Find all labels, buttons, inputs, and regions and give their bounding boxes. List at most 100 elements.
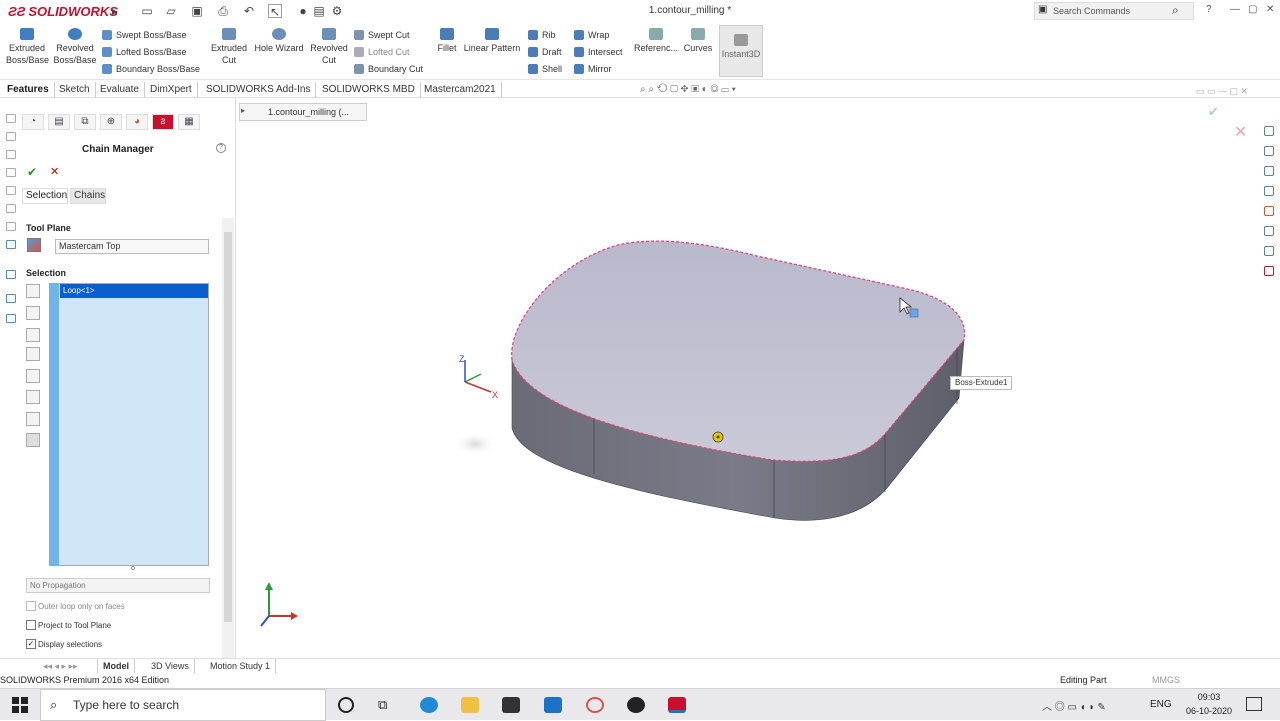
tab-scroll-arrows-icon[interactable]: ◂◂ ◂ ▸ ▸▸	[38, 659, 98, 673]
units-selector[interactable]: MMGS	[1152, 673, 1180, 688]
language-indicator[interactable]: ENG	[1150, 699, 1172, 710]
strip-icon[interactable]	[6, 204, 16, 213]
app-icon[interactable]	[627, 697, 645, 713]
confirmation-ok-icon[interactable]: ✔	[1208, 104, 1219, 120]
undo-icon[interactable]: ↶	[242, 4, 256, 18]
design-library-icon[interactable]	[1264, 166, 1274, 176]
search-scope-icon[interactable]: ▣	[1038, 4, 1047, 15]
strip-icon[interactable]	[6, 240, 16, 249]
strip-icon[interactable]	[6, 270, 16, 279]
select-point-icon[interactable]	[26, 412, 40, 426]
revolved-cut-button[interactable]: Revolved Cut	[308, 28, 350, 66]
dimxpert-manager-icon[interactable]: ⊕	[100, 114, 122, 130]
fillet-button[interactable]: Fillet	[434, 28, 460, 54]
mirror-button[interactable]: Mirror	[574, 62, 612, 76]
notifications-icon[interactable]	[1246, 697, 1262, 711]
outer-loop-checkbox[interactable]	[26, 601, 36, 611]
select-body-icon[interactable]	[26, 347, 40, 361]
reference-geometry-button[interactable]: Referenc...	[634, 28, 678, 54]
mastercam-toolpaths-icon[interactable]: ƨ	[152, 114, 174, 130]
tool-plane-group-header[interactable]: Tool Plane▲	[22, 221, 232, 235]
panel-scrollbar[interactable]	[222, 218, 234, 658]
task-view-icon[interactable]: ⧉	[378, 697, 396, 713]
curves-button[interactable]: Curves	[682, 28, 714, 54]
strip-icon[interactable]	[6, 150, 16, 159]
scrollbar-thumb[interactable]	[224, 232, 232, 622]
resize-handle[interactable]	[131, 566, 135, 570]
rebuild-icon[interactable]: ●	[296, 4, 310, 18]
mail-icon[interactable]	[544, 697, 562, 713]
resources-icon[interactable]	[1264, 146, 1274, 156]
select-sketch-icon[interactable]	[26, 369, 40, 383]
cortana-icon[interactable]	[338, 697, 354, 713]
store-icon[interactable]	[502, 697, 520, 713]
selection-group-header[interactable]: Selection▲	[22, 266, 232, 280]
shell-button[interactable]: Shell	[528, 62, 562, 76]
tab-selection[interactable]: Selection	[22, 188, 68, 204]
system-tray-icons[interactable]: ︿ ◎ ▭ ◖ ◗ ✎	[1042, 698, 1106, 713]
help-button[interactable]: ?	[216, 143, 226, 153]
tool-plane-icon[interactable]	[27, 238, 41, 252]
strip-icon[interactable]	[6, 168, 16, 177]
swept-cut-button[interactable]: Swept Cut	[354, 28, 410, 42]
display-manager-icon[interactable]: ◕	[126, 114, 148, 130]
intersect-button[interactable]: Intersect	[574, 45, 623, 59]
tab-mastercam2021[interactable]: Mastercam2021	[419, 82, 502, 97]
new-file-icon[interactable]: ▭	[140, 4, 154, 18]
tab-solidworks-mbd[interactable]: SOLIDWORKS MBD	[317, 82, 421, 97]
project-to-plane-checkbox[interactable]	[26, 620, 36, 630]
tab-evaluate[interactable]: Evaluate	[95, 82, 145, 97]
revolved-boss-button[interactable]: Revolved Boss/Base	[52, 28, 98, 66]
part-model[interactable]: Z X	[237, 98, 1257, 658]
instant3d-button[interactable]: Instant3D	[719, 25, 763, 77]
restore-icon[interactable]: ▢	[1248, 4, 1257, 15]
file-explorer-icon[interactable]	[1264, 186, 1274, 196]
tab-solidworks-addins[interactable]: SOLIDWORKS Add-Ins	[201, 82, 317, 97]
display-selections-checkbox[interactable]: ✓	[26, 639, 36, 649]
lofted-boss-button[interactable]: Lofted Boss/Base	[102, 45, 187, 59]
minimize-icon[interactable]: —	[1230, 4, 1240, 15]
hole-wizard-button[interactable]: Hole Wizard	[254, 28, 304, 54]
expand-arrow-icon[interactable]: ▸	[241, 106, 245, 115]
wrap-button[interactable]: Wrap	[574, 28, 609, 42]
home-icon[interactable]	[1264, 126, 1274, 136]
app-icon[interactable]	[586, 697, 604, 713]
draft-button[interactable]: Draft	[528, 45, 562, 59]
tab-sketch[interactable]: Sketch	[54, 82, 96, 97]
custom-properties-icon[interactable]	[1264, 226, 1274, 236]
select-loop-icon[interactable]	[26, 306, 40, 320]
file-properties-icon[interactable]: ▤	[312, 4, 326, 18]
property-manager-icon[interactable]: ▤	[48, 114, 70, 130]
tab-3d-views[interactable]: 3D Views	[146, 659, 195, 673]
heads-up-view-toolbar[interactable]: ⌕ ⌕ ⟲ ▢ ✥ ▣ ◐ ◎ ▭ ▾	[640, 84, 736, 96]
help-icon[interactable]: ?	[1206, 4, 1212, 15]
select-curve-icon[interactable]	[26, 390, 40, 404]
select-face-icon[interactable]	[26, 328, 40, 342]
ok-button[interactable]: ✔	[27, 165, 37, 179]
feature-tree-flyout[interactable]: 1.contour_milling (...	[239, 103, 367, 121]
linear-pattern-button[interactable]: Linear Pattern	[462, 28, 522, 54]
boundary-boss-button[interactable]: Boundary Boss/Base	[102, 62, 200, 76]
save-icon[interactable]: ▣	[190, 4, 204, 18]
mastercam-icon[interactable]	[1264, 266, 1274, 276]
list-item[interactable]: Loop<1>	[60, 284, 208, 298]
extruded-boss-button[interactable]: Extruded Boss/Base	[6, 28, 49, 66]
select-edge-icon[interactable]	[26, 284, 40, 298]
tab-chains[interactable]: Chains	[70, 188, 106, 204]
menu-arrow-icon[interactable]: ▸	[108, 4, 122, 18]
strip-icon[interactable]	[6, 186, 16, 195]
select-icon[interactable]: ↖	[268, 4, 282, 19]
close-icon[interactable]: ✕	[1266, 4, 1274, 15]
search-commands-input[interactable]: Search Commands	[1034, 2, 1194, 20]
tab-dimxpert[interactable]: DimXpert	[145, 82, 198, 97]
search-icon[interactable]: ⌕	[1172, 3, 1179, 18]
appearances-icon[interactable]	[1264, 206, 1274, 216]
strip-icon[interactable]	[6, 294, 16, 303]
tab-model[interactable]: Model	[98, 659, 135, 673]
solidworks-logo[interactable]: ƧƧ SOLIDWORKS	[8, 4, 118, 19]
tool-plane-field[interactable]: Mastercam Top	[55, 239, 209, 254]
lofted-cut-button[interactable]: Lofted Cut	[354, 45, 410, 59]
tab-motion-study[interactable]: Motion Study 1	[205, 659, 277, 673]
reference-triad[interactable]	[260, 582, 298, 627]
select-filter-icon[interactable]	[26, 433, 40, 447]
